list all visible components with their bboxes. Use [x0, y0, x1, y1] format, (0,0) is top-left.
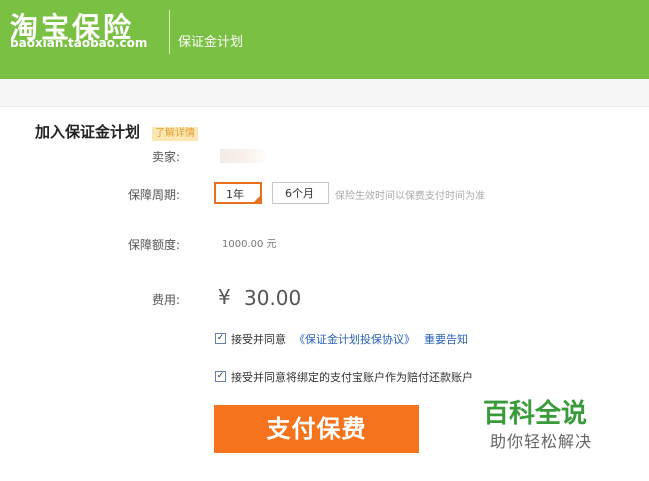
period-option-label: 6个月 — [285, 187, 314, 200]
amount-label: 保障额度: — [127, 238, 180, 252]
site-header: 淘宝保险 baoxian.taobao.com 保证金计划 — [0, 0, 649, 79]
logo-domain[interactable]: baoxian.taobao.com — [10, 36, 147, 50]
policy-agreement-link[interactable]: 《保证金计划投保协议》 — [294, 331, 415, 347]
period-label: 保障周期: — [127, 188, 180, 202]
fee-label: 费用: — [151, 293, 180, 307]
selected-check-icon — [253, 195, 261, 203]
important-notice-link[interactable]: 重要告知 — [424, 331, 468, 347]
agree-alipay-checkbox[interactable]: ✓ — [215, 371, 226, 382]
period-hint: 保险生效时间以保费支付时间为准 — [335, 191, 485, 202]
amount-value: 1000.00 元 — [222, 239, 277, 250]
subheader-band — [0, 79, 649, 107]
agree-policy-checkbox[interactable]: ✓ — [215, 333, 226, 344]
form-title: 加入保证金计划 — [35, 123, 141, 141]
fee-amount: 30.00 — [244, 286, 302, 310]
watermark-title: 百科全说 — [483, 399, 588, 429]
agree-alipay-text: 接受并同意将绑定的支付宝账户作为赔付还款账户 — [231, 371, 473, 384]
agree-policy-text: 接受并同意 — [231, 333, 286, 346]
period-option-6-months[interactable]: 6个月 — [272, 182, 329, 204]
learn-more-link[interactable]: 了解详情 — [152, 127, 198, 141]
pay-premium-button[interactable]: 支付保费 — [214, 405, 419, 453]
seller-name-redacted — [220, 149, 268, 163]
watermark-subtitle: 助你轻松解决 — [490, 432, 593, 451]
period-option-label: 1年 — [226, 188, 244, 201]
header-subtitle: 保证金计划 — [178, 35, 244, 50]
header-divider — [169, 10, 170, 54]
seller-label: 卖家: — [151, 150, 180, 164]
currency-symbol: ¥ — [218, 285, 231, 309]
period-option-1-year[interactable]: 1年 — [214, 182, 262, 204]
